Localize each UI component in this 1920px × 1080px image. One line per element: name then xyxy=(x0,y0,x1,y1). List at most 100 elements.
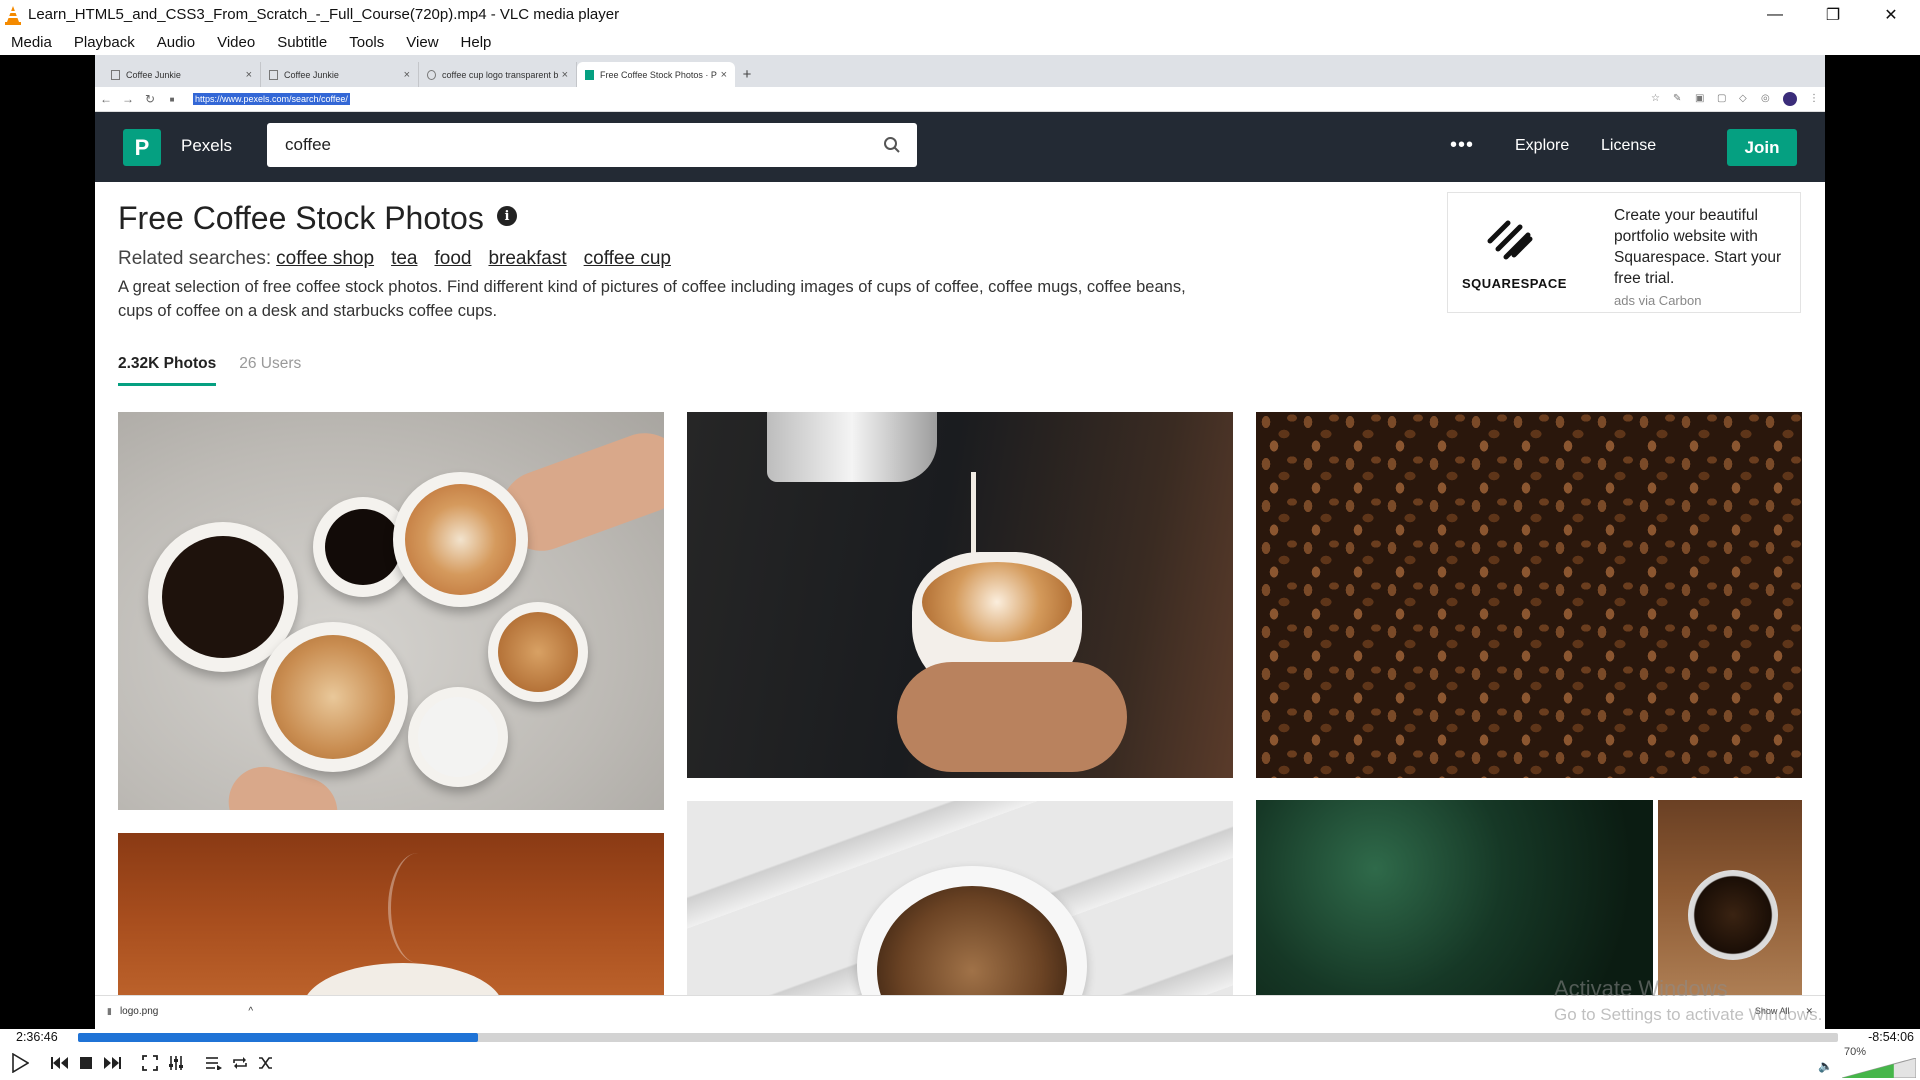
steam-shape xyxy=(388,853,448,963)
menu-video[interactable]: Video xyxy=(210,34,262,51)
volume-slider[interactable] xyxy=(1842,1058,1916,1078)
url-text: https://www.pexels.com/search/coffee/ xyxy=(193,93,350,105)
milk-pitcher-shape xyxy=(767,412,937,482)
menu-tools[interactable]: Tools xyxy=(342,34,391,51)
pexels-search-box: coffee xyxy=(267,123,917,167)
page-title: Free Coffee Stock Photos xyxy=(118,200,484,236)
cup-shape xyxy=(488,602,588,702)
latte-art-shape xyxy=(922,562,1072,642)
photo-coffee-cups-top-view xyxy=(118,412,664,810)
content-tabs: 2.32K Photos 26 Users xyxy=(118,355,301,386)
seek-row: 2:36:46 -8:54:06 xyxy=(0,1029,1920,1046)
video-area[interactable]: Coffee Junkie × Coffee Junkie × coffee c… xyxy=(0,55,1920,1029)
file-icon: ▮ xyxy=(107,1006,112,1016)
seek-bar[interactable] xyxy=(78,1033,1838,1042)
extended-settings-button[interactable] xyxy=(164,1051,188,1075)
profile-avatar-icon xyxy=(1783,92,1797,106)
star-icon: ☆ xyxy=(1651,93,1660,104)
pexels-search-input: coffee xyxy=(285,135,332,154)
next-button[interactable] xyxy=(100,1051,124,1075)
menu-playback[interactable]: Playback xyxy=(67,34,142,51)
page-description: A great selection of free coffee stock p… xyxy=(118,278,1186,320)
playlist-button[interactable] xyxy=(202,1051,226,1075)
restore-button[interactable]: ❐ xyxy=(1804,0,1862,29)
info-icon: i xyxy=(497,206,517,226)
vlc-window: Learn_HTML5_and_CSS3_From_Scratch_-_Full… xyxy=(0,0,1920,1080)
browser-tab-label: Free Coffee Stock Photos · Pe xyxy=(600,69,717,80)
google-icon xyxy=(427,69,436,80)
minimize-button[interactable]: — xyxy=(1746,0,1804,29)
eyedropper-icon: ✎ xyxy=(1673,93,1682,104)
ad-text: Create your beautiful portfolio website … xyxy=(1614,207,1782,287)
previous-button[interactable] xyxy=(48,1051,72,1075)
pexels-header: P Pexels coffee Explore License ••• Join xyxy=(95,112,1825,182)
tab-users: 26 Users xyxy=(239,355,302,372)
forward-arrow-icon: → xyxy=(122,92,134,106)
ad-brand: SQUARESPACE xyxy=(1462,276,1567,291)
photo-latte-pour xyxy=(687,412,1233,778)
download-item: ▮ logo.png ^ xyxy=(107,1006,253,1017)
stop-icon xyxy=(80,1057,92,1069)
related-link: food xyxy=(434,248,472,269)
remaining-time[interactable]: -8:54:06 xyxy=(1868,1030,1914,1044)
previous-icon xyxy=(51,1057,68,1069)
nav-license: License xyxy=(1601,137,1657,154)
pexels-brand: Pexels xyxy=(181,136,233,155)
close-button[interactable]: ✕ xyxy=(1862,0,1920,29)
window-title: Learn_HTML5_and_CSS3_From_Scratch_-_Full… xyxy=(28,6,620,23)
extension-icon: ◇ xyxy=(1739,93,1747,104)
cup-shape xyxy=(258,622,408,772)
play-icon xyxy=(12,1053,29,1073)
extension-icons: ☆ ✎ ▣ ▢ ◇ ◎ ⋮ xyxy=(1651,92,1819,106)
menu-audio[interactable]: Audio xyxy=(150,34,202,51)
cup-shape xyxy=(1688,870,1778,960)
control-bar: 🔈 70% xyxy=(0,1046,1920,1080)
title-bar: Learn_HTML5_and_CSS3_From_Scratch_-_Full… xyxy=(0,0,1920,29)
photo-coffee-beans xyxy=(1256,412,1802,778)
related-link: coffee shop xyxy=(276,248,375,269)
volume-label: 70% xyxy=(1844,1046,1867,1058)
lock-icon: ■ xyxy=(169,94,175,104)
stop-button[interactable] xyxy=(74,1051,98,1075)
squarespace-logo-icon xyxy=(1487,220,1533,260)
cup-shape xyxy=(393,472,528,607)
play-button[interactable] xyxy=(7,1051,33,1075)
more-options-icon: ••• xyxy=(1450,134,1475,156)
hand-shape xyxy=(897,662,1127,772)
menu-media[interactable]: Media xyxy=(4,34,59,51)
new-tab-icon: + xyxy=(742,66,752,83)
chevron-up-icon: ^ xyxy=(248,1006,254,1017)
search-icon xyxy=(884,137,900,153)
menu-help[interactable]: Help xyxy=(454,34,499,51)
cup-shape xyxy=(408,687,508,787)
seek-progress xyxy=(78,1033,478,1042)
menu-subtitle[interactable]: Subtitle xyxy=(270,34,334,51)
loop-icon xyxy=(233,1057,247,1069)
fullscreen-button[interactable] xyxy=(138,1051,162,1075)
related-searches: Related searches: coffee shop tea food b… xyxy=(118,248,688,270)
ad-attribution: ads via Carbon xyxy=(1614,293,1702,308)
join-button: Join xyxy=(1727,129,1797,166)
window-controls: — ❐ ✕ xyxy=(1746,0,1920,29)
page-icon xyxy=(111,69,120,80)
browser-tab: Coffee Junkie × xyxy=(261,62,419,87)
pexels-logo-icon: P xyxy=(123,129,161,166)
activation-watermark-subtitle: Go to Settings to activate Windows. xyxy=(1554,1005,1823,1024)
back-arrow-icon: ← xyxy=(100,92,112,106)
extension-icon: ▣ xyxy=(1695,93,1705,104)
menu-view[interactable]: View xyxy=(399,34,445,51)
playlist-icon xyxy=(206,1057,222,1070)
related-link: breakfast xyxy=(488,248,567,269)
speaker-icon[interactable]: 🔈 xyxy=(1818,1059,1833,1073)
related-searches-label: Related searches: xyxy=(118,248,272,269)
browser-tab-active: Free Coffee Stock Photos · Pe × xyxy=(577,62,735,87)
shuffle-button[interactable] xyxy=(254,1051,278,1075)
browser-tab-label: Coffee Junkie xyxy=(284,69,339,80)
extension-icon: ◎ xyxy=(1761,93,1770,104)
next-icon xyxy=(104,1057,121,1069)
related-link: coffee cup xyxy=(583,248,671,269)
tab-close-icon: × xyxy=(245,68,252,81)
loop-button[interactable] xyxy=(228,1051,252,1075)
nav-explore: Explore xyxy=(1515,137,1570,154)
video-frame-browser: Coffee Junkie × Coffee Junkie × coffee c… xyxy=(95,55,1825,1029)
